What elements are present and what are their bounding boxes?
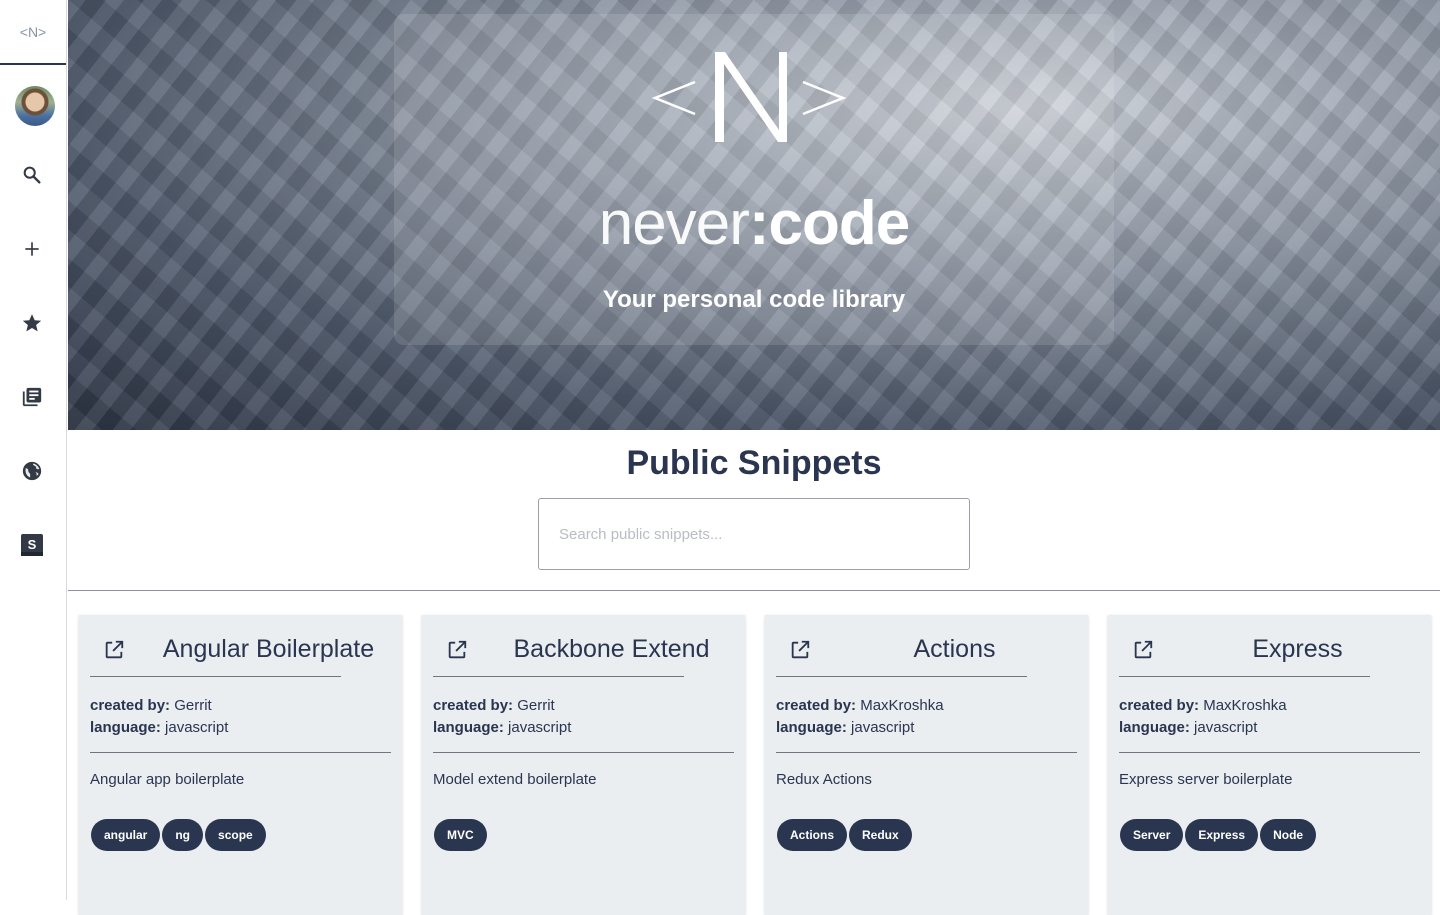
sidebar-logo[interactable]: <N>: [0, 0, 66, 65]
card-title[interactable]: Express: [1180, 635, 1415, 664]
tag-chip[interactable]: scope: [205, 819, 266, 851]
globe-icon: [22, 461, 42, 481]
tag-chip[interactable]: Redux: [849, 819, 912, 851]
card-title-rule: [1119, 676, 1370, 677]
sidebar: <N> S: [0, 0, 67, 900]
svg-text:S: S: [28, 537, 37, 552]
tag-chip[interactable]: ng: [162, 819, 204, 851]
open-snippet-button[interactable]: [789, 639, 811, 661]
library-icon: [22, 387, 42, 407]
card-divider: [90, 752, 391, 753]
open-snippet-button[interactable]: [1132, 639, 1154, 661]
card-title-rule: [776, 676, 1027, 677]
created-by-label: created by:: [1119, 697, 1200, 714]
sidebar-search-button[interactable]: [14, 157, 50, 193]
card-divider: [1119, 752, 1420, 753]
card-title[interactable]: Actions: [837, 635, 1072, 664]
tag-chip[interactable]: Node: [1260, 819, 1317, 851]
card-language: javascript: [508, 719, 572, 736]
open-in-new-icon: [448, 640, 467, 659]
hero-subtitle: Your personal code library: [602, 286, 906, 313]
tag-chip[interactable]: MVC: [434, 819, 487, 851]
tag-chip[interactable]: Express: [1185, 819, 1259, 851]
card-meta: created by: MaxKroshka language: javascr…: [776, 695, 944, 739]
tag-chip[interactable]: angular: [91, 819, 161, 851]
avatar[interactable]: [15, 86, 55, 126]
card-language: javascript: [851, 719, 915, 736]
open-in-new-icon: [1134, 640, 1153, 659]
language-label: language:: [776, 719, 847, 736]
hero-title: never:code: [394, 188, 1114, 259]
hero-panel: never:code Your personal code library: [394, 14, 1114, 345]
language-label: language:: [1119, 719, 1190, 736]
card-title[interactable]: Backbone Extend: [494, 635, 729, 664]
created-by-label: created by:: [776, 697, 857, 714]
language-label: language:: [433, 719, 504, 736]
tag-chip[interactable]: Actions: [777, 819, 848, 851]
open-snippet-button[interactable]: [103, 639, 125, 661]
search-icon: [23, 166, 41, 184]
card-description: Angular app boilerplate: [90, 771, 245, 788]
tag-chip[interactable]: Server: [1120, 819, 1184, 851]
sidebar-snippets-button[interactable]: S: [14, 527, 50, 563]
created-by-label: created by:: [433, 697, 514, 714]
open-snippet-button[interactable]: [446, 639, 468, 661]
snippet-card: Backbone Extend created by: Gerrit langu…: [422, 615, 745, 915]
card-divider: [433, 752, 734, 753]
card-tags: Server Express Node: [1120, 819, 1317, 851]
card-language: javascript: [1194, 719, 1258, 736]
card-tags: MVC: [434, 819, 487, 851]
card-meta: created by: MaxKroshka language: javascr…: [1119, 695, 1287, 739]
card-author: Gerrit: [174, 697, 212, 714]
hero-title-code: :code: [748, 189, 910, 258]
card-divider: [776, 752, 1077, 753]
card-title[interactable]: Angular Boilerplate: [151, 635, 386, 664]
hero-title-never: never: [598, 189, 750, 258]
star-icon: [22, 314, 42, 332]
open-in-new-icon: [105, 640, 124, 659]
created-by-label: created by:: [90, 697, 171, 714]
snippet-s-icon: S: [21, 534, 43, 556]
card-description: Redux Actions: [776, 771, 872, 788]
card-author: MaxKroshka: [860, 697, 944, 714]
card-tags: angular ng scope: [91, 819, 266, 851]
language-label: language:: [90, 719, 161, 736]
card-author: MaxKroshka: [1203, 697, 1287, 714]
section-divider: [68, 590, 1440, 591]
card-meta: created by: Gerrit language: javascript: [90, 695, 228, 739]
page-title: Public Snippets: [626, 444, 882, 482]
card-meta: created by: Gerrit language: javascript: [433, 695, 571, 739]
sidebar-public-button[interactable]: [14, 453, 50, 489]
card-tags: Actions Redux: [777, 819, 912, 851]
snippet-card: Angular Boilerplate created by: Gerrit l…: [79, 615, 402, 915]
hero-logo-mark: [394, 50, 1114, 159]
card-description: Model extend boilerplate: [433, 771, 597, 788]
card-language: javascript: [165, 719, 229, 736]
sidebar-library-button[interactable]: [14, 379, 50, 415]
search-input[interactable]: [538, 498, 970, 570]
card-description: Express server boilerplate: [1119, 771, 1293, 788]
snippet-card: Actions created by: MaxKroshka language:…: [765, 615, 1088, 915]
snippet-card: Express created by: MaxKroshka language:…: [1108, 615, 1431, 915]
sidebar-add-button[interactable]: [14, 231, 50, 267]
card-title-rule: [90, 676, 341, 677]
card-title-rule: [433, 676, 684, 677]
add-icon: [25, 242, 39, 256]
card-author: Gerrit: [517, 697, 555, 714]
open-in-new-icon: [791, 640, 810, 659]
hero-banner: never:code Your personal code library: [68, 0, 1440, 430]
sidebar-favorites-button[interactable]: [14, 305, 50, 341]
